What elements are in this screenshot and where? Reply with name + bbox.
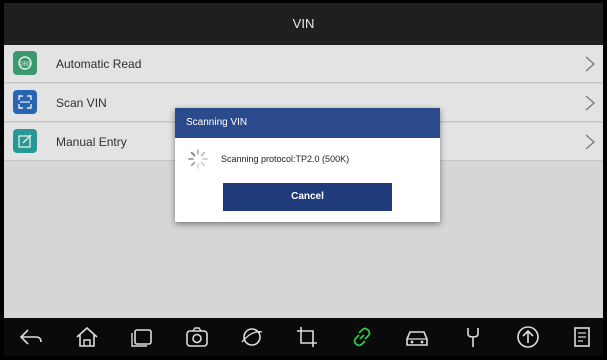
link-icon[interactable] — [346, 322, 378, 352]
title-bar: VIN — [4, 3, 603, 45]
recent-apps-icon[interactable] — [126, 322, 158, 352]
page-title: VIN — [292, 16, 315, 31]
spinner-icon — [188, 149, 208, 169]
crop-icon[interactable] — [291, 322, 323, 352]
dialog-message: Scanning protocol:TP2.0 (500K) — [221, 154, 350, 164]
cancel-button[interactable]: Cancel — [223, 183, 392, 211]
back-icon[interactable] — [15, 322, 47, 352]
upload-icon[interactable] — [512, 322, 544, 352]
bottom-nav-bar — [4, 318, 603, 356]
screen: VIN OBD Automatic Read Scan VIN Manual E… — [4, 3, 603, 356]
wrench-icon[interactable] — [457, 322, 489, 352]
browser-icon[interactable] — [236, 322, 268, 352]
car-icon[interactable] — [401, 322, 433, 352]
home-icon[interactable] — [71, 322, 103, 352]
camera-icon[interactable] — [181, 322, 213, 352]
dialog-title: Scanning VIN — [175, 108, 440, 138]
scanning-dialog: Scanning VIN Scanning protocol:TP2.0 (50… — [175, 108, 440, 222]
document-icon[interactable] — [566, 322, 598, 352]
